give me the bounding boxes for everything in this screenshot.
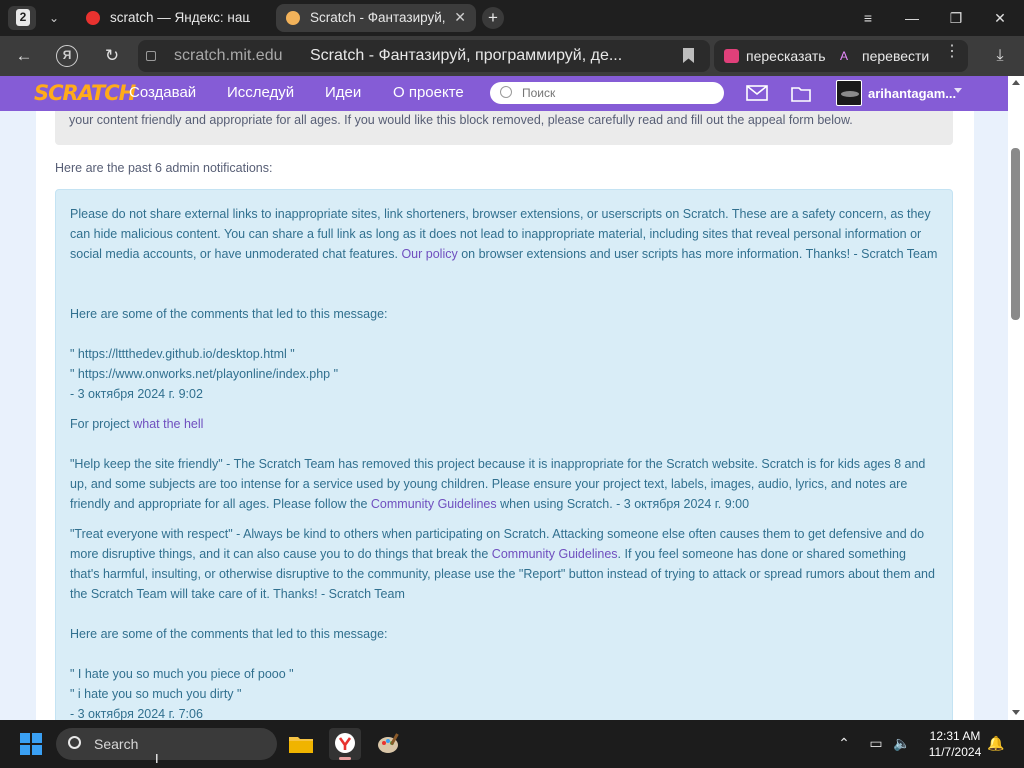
search-input[interactable] <box>522 85 712 101</box>
yandex-home-icon[interactable]: Я <box>56 45 78 67</box>
comments-heading: Here are some of the comments that led t… <box>70 307 388 321</box>
tab-title: scratch — Яндекс: нашлось <box>110 10 250 25</box>
restore-icon[interactable]: ❐ <box>944 6 968 30</box>
yandex-browser-icon[interactable] <box>329 728 361 760</box>
volume-muted-icon[interactable]: 🔈 <box>892 733 912 753</box>
file-explorer-icon[interactable] <box>285 728 317 760</box>
scratch-search[interactable] <box>490 82 724 104</box>
comment-item: " https://lttthedev.github.io/desktop.ht… <box>70 347 295 361</box>
scroll-up-icon[interactable] <box>1012 80 1020 85</box>
lock-icon[interactable] <box>146 51 156 61</box>
notification-date: - 3 октября 2024 г. 7:06 <box>70 707 203 720</box>
chevron-up-icon[interactable]: ⌃ <box>834 733 854 753</box>
admin-notifications-box: Please do not share external links to in… <box>55 189 953 720</box>
taskbar-clock[interactable]: 12:31 AM 11/7/2024 <box>922 728 988 760</box>
scratch-favicon-icon <box>286 11 300 25</box>
messages-icon[interactable] <box>746 84 768 102</box>
reload-icon[interactable]: ↻ <box>100 44 124 68</box>
my-stuff-folder-icon[interactable] <box>790 84 812 102</box>
address-domain: scratch.mit.edu <box>174 47 283 64</box>
scroll-down-icon[interactable] <box>1012 710 1020 715</box>
nav-link-create[interactable]: Создавай <box>129 84 196 101</box>
download-icon[interactable]: ⤓ <box>988 44 1012 68</box>
address-toolbar: ← Я ↻ scratch.mit.edu Scratch - Фантазир… <box>0 36 1024 76</box>
bookmark-icon[interactable] <box>683 48 694 63</box>
scratch-nav: SCRATCH Создавай Исследуй Идеи О проекте… <box>0 76 1008 111</box>
comment-item: " i hate you so much you dirty " <box>70 687 242 701</box>
more-menu-icon[interactable]: ⋮ <box>944 40 960 64</box>
taskbar-search[interactable]: Search <box>56 728 277 760</box>
retell-icon <box>724 49 739 63</box>
paint-app-icon[interactable] <box>373 728 405 760</box>
block-alert-text: your content friendly and appropriate fo… <box>69 113 853 127</box>
search-icon <box>68 736 81 749</box>
account-alert-card: your content friendly and appropriate fo… <box>36 111 974 720</box>
clock-time: 12:31 AM <box>929 729 981 743</box>
notification-bell-icon[interactable]: 🔔 <box>986 733 1006 753</box>
tabs-menu-icon[interactable]: ≡ <box>856 6 880 30</box>
clock-date: 11/7/2024 <box>928 745 982 759</box>
notification-site-friendly: "Help keep the site friendly" - The Scra… <box>70 457 926 511</box>
caret-down-icon[interactable] <box>954 88 962 93</box>
community-guidelines-link[interactable]: Community Guidelines <box>492 547 618 561</box>
windows-start-icon[interactable] <box>20 733 42 755</box>
comment-item: " I hate you so much you piece of pooo " <box>70 667 294 681</box>
our-policy-link[interactable]: Our policy <box>401 247 457 261</box>
tab-counter-button[interactable]: 2 <box>8 6 36 30</box>
tab-yandex-search[interactable]: scratch — Яндекс: нашлось <box>76 4 272 32</box>
search-icon <box>500 86 512 98</box>
notification-external-links: Please do not share external links to in… <box>70 207 938 261</box>
nav-link-about[interactable]: О проекте <box>393 84 464 101</box>
comments-heading: Here are some of the comments that led t… <box>70 627 388 641</box>
comment-item: " https://www.onworks.net/playonline/ind… <box>70 367 339 381</box>
page-scrollbar[interactable] <box>1008 76 1024 720</box>
minimize-icon[interactable]: — <box>900 6 924 30</box>
block-alert: your content friendly and appropriate fo… <box>55 111 953 145</box>
address-bar[interactable]: scratch.mit.edu Scratch - Фантазируй, пр… <box>138 40 710 72</box>
windows-taskbar: Search ⌃ ▭ 🔈 12:31 AM 11/7/2024 🔔 <box>0 720 1024 768</box>
nav-link-ideas[interactable]: Идеи <box>325 84 361 101</box>
project-notice: For project what the hell <box>70 417 204 431</box>
new-tab-button[interactable]: + <box>482 7 504 29</box>
scratch-logo[interactable]: SCRATCH <box>34 81 136 105</box>
page-content: your content friendly and appropriate fo… <box>0 111 1008 720</box>
username[interactable]: arihantagam... <box>868 86 956 101</box>
ai-actions-group: пересказать A перевести <box>714 40 968 72</box>
past-notifications-heading: Here are the past 6 admin notifications: <box>55 161 273 175</box>
close-window-icon[interactable]: ✕ <box>988 6 1012 30</box>
translate-icon: A <box>840 49 849 63</box>
close-tab-icon[interactable]: ✕ <box>454 9 466 26</box>
avatar[interactable] <box>836 80 862 106</box>
yandex-favicon-icon <box>86 11 100 25</box>
notification-date: - 3 октября 2024 г. 9:02 <box>70 387 203 401</box>
address-page-title: Scratch - Фантазируй, программируй, де..… <box>310 47 623 64</box>
text-cursor-icon: I <box>155 751 159 766</box>
taskbar-search-label: Search <box>94 736 139 752</box>
browser-tab-strip: 2 ⌄ scratch — Яндекс: нашлось Scratch - … <box>0 0 1024 36</box>
scroll-thumb[interactable] <box>1011 148 1020 320</box>
tab-scratch[interactable]: Scratch - Фантазируй, п ✕ <box>276 4 476 32</box>
project-link[interactable]: what the hell <box>133 417 203 431</box>
tab-count-label: 2 <box>16 9 30 26</box>
community-guidelines-link[interactable]: Community Guidelines <box>371 497 497 511</box>
back-arrow-icon[interactable]: ← <box>12 44 36 68</box>
tab-title: Scratch - Фантазируй, п <box>310 10 450 25</box>
display-icon[interactable]: ▭ <box>866 733 886 753</box>
nav-link-explore[interactable]: Исследуй <box>227 84 294 101</box>
notification-respect: "Treat everyone with respect" - Always b… <box>70 527 935 601</box>
chevron-down-icon[interactable]: ⌄ <box>44 8 64 28</box>
